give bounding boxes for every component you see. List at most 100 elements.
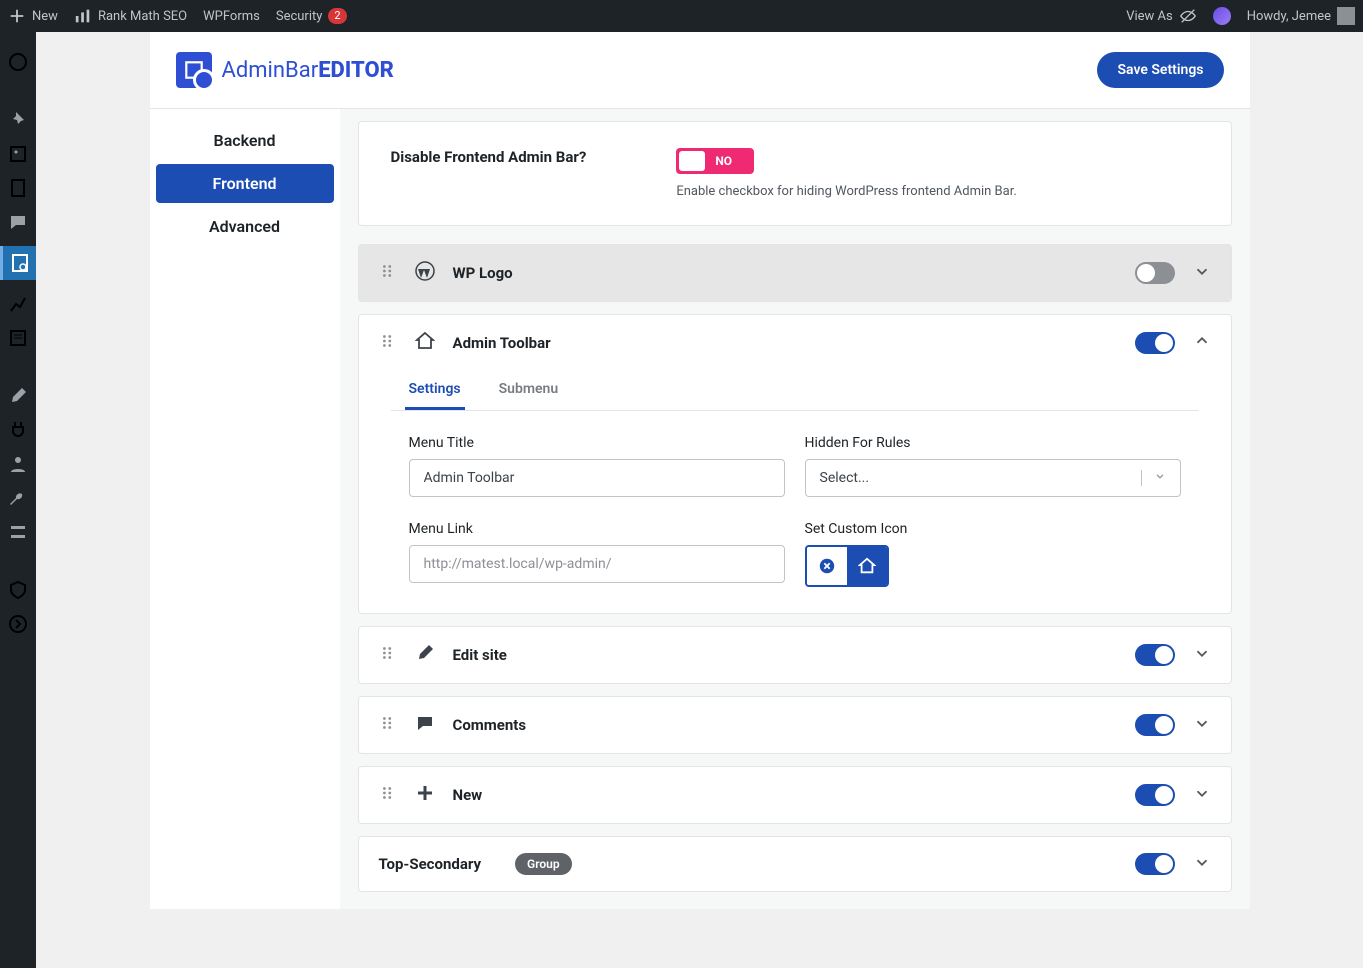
plugin-header: AdminBarEDITOR Save Settings bbox=[150, 32, 1250, 109]
inner-tab-submenu[interactable]: Submenu bbox=[495, 371, 563, 410]
tab-backend[interactable]: Backend bbox=[156, 121, 334, 160]
menu-title-label: Menu Title bbox=[409, 435, 785, 451]
viewas-menu[interactable]: View As bbox=[1126, 7, 1197, 25]
gauge-icon bbox=[8, 52, 28, 72]
item-new: New bbox=[358, 766, 1232, 824]
disable-question: Disable Frontend Admin Bar? bbox=[391, 148, 587, 166]
hidden-rules-select[interactable]: Select... bbox=[805, 459, 1181, 497]
shield-menu[interactable] bbox=[8, 580, 28, 600]
plugin-logo-icon bbox=[176, 52, 212, 88]
plugins-menu[interactable] bbox=[8, 420, 28, 440]
posts-menu[interactable] bbox=[8, 110, 28, 130]
drag-handle-icon[interactable] bbox=[379, 262, 397, 284]
new-menu[interactable]: New bbox=[8, 7, 58, 25]
media-menu[interactable] bbox=[8, 144, 28, 164]
analytics-menu[interactable] bbox=[8, 294, 28, 314]
new-switch[interactable] bbox=[1135, 784, 1175, 806]
chevron-down-icon[interactable] bbox=[1193, 714, 1211, 736]
item-wp-logo: WP Logo bbox=[358, 244, 1232, 302]
wpforms-label: WPForms bbox=[203, 9, 260, 24]
chevron-down-icon[interactable] bbox=[1193, 262, 1211, 284]
wordpress-icon bbox=[415, 261, 435, 285]
gear-page-icon bbox=[10, 253, 30, 273]
drag-handle-icon[interactable] bbox=[379, 784, 397, 806]
secondary-avatar-icon[interactable] bbox=[1213, 7, 1231, 25]
menu-link-input[interactable] bbox=[409, 545, 785, 583]
chevron-down-icon bbox=[1141, 470, 1166, 486]
wp-admin-bar: New Rank Math SEO WPForms Security 2 Vie… bbox=[0, 0, 1363, 32]
media-icon bbox=[8, 144, 28, 164]
plus-icon bbox=[8, 7, 26, 25]
select-placeholder: Select... bbox=[820, 470, 870, 486]
home-icon bbox=[415, 331, 435, 355]
pages-menu[interactable] bbox=[8, 178, 28, 198]
plug-icon bbox=[8, 420, 28, 440]
adminbar-editor-menu[interactable] bbox=[0, 246, 36, 280]
wp-logo-title: WP Logo bbox=[453, 264, 1117, 282]
menu-title-input[interactable] bbox=[409, 459, 785, 497]
pin-icon bbox=[8, 110, 28, 130]
tab-advanced[interactable]: Advanced bbox=[156, 207, 334, 246]
avatar-icon bbox=[1337, 7, 1355, 25]
drag-handle-icon[interactable] bbox=[379, 644, 397, 666]
eye-slash-icon bbox=[1179, 7, 1197, 25]
group-badge: Group bbox=[515, 853, 572, 875]
shield-icon bbox=[8, 580, 28, 600]
wpforms-menu[interactable]: WPForms bbox=[203, 9, 260, 24]
chevron-down-icon[interactable] bbox=[1193, 853, 1211, 875]
plugin-title: AdminBarEDITOR bbox=[222, 58, 394, 83]
menu-link-label: Menu Link bbox=[409, 521, 785, 537]
disable-toggle[interactable]: NO bbox=[676, 148, 754, 174]
custom-icon-label: Set Custom Icon bbox=[805, 521, 1181, 537]
inner-tab-settings[interactable]: Settings bbox=[405, 371, 465, 410]
drag-handle-icon[interactable] bbox=[379, 332, 397, 354]
wp-logo-switch[interactable] bbox=[1135, 262, 1175, 284]
admin-toolbar-switch[interactable] bbox=[1135, 332, 1175, 354]
edit-site-title: Edit site bbox=[453, 646, 1117, 664]
top-secondary-switch[interactable] bbox=[1135, 853, 1175, 875]
settings-menu-item[interactable] bbox=[8, 522, 28, 542]
appearance-menu[interactable] bbox=[8, 386, 28, 406]
users-menu[interactable] bbox=[8, 454, 28, 474]
viewas-label: View As bbox=[1126, 9, 1173, 24]
account-menu[interactable]: Howdy, Jemee bbox=[1247, 7, 1355, 25]
collapse-icon bbox=[8, 614, 28, 634]
chevron-down-icon[interactable] bbox=[1193, 784, 1211, 806]
form-icon bbox=[8, 328, 28, 348]
forms-menu[interactable] bbox=[8, 328, 28, 348]
comments-switch[interactable] bbox=[1135, 714, 1175, 736]
toggle-no-label: NO bbox=[715, 154, 732, 168]
comments-menu[interactable] bbox=[8, 212, 28, 232]
rankmath-menu[interactable]: Rank Math SEO bbox=[74, 7, 187, 25]
item-comments: Comments bbox=[358, 696, 1232, 754]
security-menu[interactable]: Security 2 bbox=[276, 8, 347, 24]
pencil-icon bbox=[415, 643, 435, 667]
plus-icon bbox=[415, 783, 435, 807]
rankmath-label: Rank Math SEO bbox=[98, 9, 187, 24]
tab-frontend[interactable]: Frontend bbox=[156, 164, 334, 203]
user-icon bbox=[8, 454, 28, 474]
comments-title: Comments bbox=[453, 716, 1117, 734]
top-secondary-title: Top-Secondary bbox=[379, 855, 482, 873]
item-admin-toolbar: Admin Toolbar Settings Submenu M bbox=[358, 314, 1232, 614]
chevron-up-icon[interactable] bbox=[1193, 332, 1211, 354]
hidden-rules-label: Hidden For Rules bbox=[805, 435, 1181, 451]
new-title: New bbox=[453, 786, 1117, 804]
comment-icon bbox=[415, 713, 435, 737]
admin-toolbar-title: Admin Toolbar bbox=[453, 334, 1117, 352]
bars-icon bbox=[74, 7, 92, 25]
chart-icon bbox=[8, 294, 28, 314]
save-button[interactable]: Save Settings bbox=[1097, 52, 1223, 88]
drag-handle-icon[interactable] bbox=[379, 714, 397, 736]
dashboard-menu[interactable] bbox=[8, 52, 28, 72]
wp-admin-menu bbox=[0, 32, 36, 968]
edit-site-switch[interactable] bbox=[1135, 644, 1175, 666]
tools-menu[interactable] bbox=[8, 488, 28, 508]
brush-icon bbox=[8, 386, 28, 406]
collapse-menu[interactable] bbox=[8, 614, 28, 634]
clear-icon-button[interactable] bbox=[807, 547, 847, 585]
sub-navigation: Backend Frontend Advanced bbox=[150, 109, 340, 909]
chevron-down-icon[interactable] bbox=[1193, 644, 1211, 666]
security-badge: 2 bbox=[328, 8, 346, 24]
picked-icon-button[interactable] bbox=[847, 547, 887, 585]
